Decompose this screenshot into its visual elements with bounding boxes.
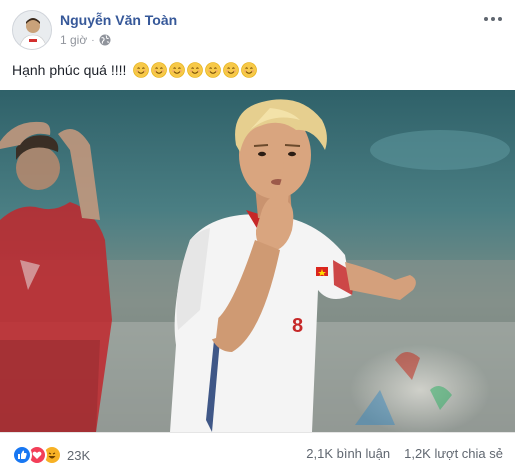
reaction-summary[interactable]: 23K: [12, 445, 90, 465]
facebook-post: Nguyễn Văn Toàn 1 giờ · Hạnh phúc quá !!…: [0, 0, 515, 473]
caption-text: Hạnh phúc quá !!!!: [12, 62, 127, 78]
post-time[interactable]: 1 giờ: [60, 33, 87, 47]
meta-separator: ·: [91, 34, 95, 46]
shares-count[interactable]: 1,2K lượt chia sẻ: [404, 446, 503, 461]
smile-emoji: [241, 62, 258, 78]
post-caption: Hạnh phúc quá !!!!: [12, 62, 258, 78]
smile-emoji: [187, 62, 204, 78]
comments-count[interactable]: 2,1K bình luận: [306, 446, 390, 461]
smile-emoji: [205, 62, 222, 78]
author-avatar[interactable]: [12, 10, 52, 50]
author-name[interactable]: Nguyễn Văn Toàn: [60, 12, 177, 28]
smile-emoji: [133, 62, 150, 78]
post-footer: 23K 2,1K bình luận 1,2K lượt chia sẻ: [0, 432, 515, 473]
smile-emoji: [151, 62, 168, 78]
like-icon: [12, 445, 32, 465]
smile-emoji: [169, 62, 186, 78]
post-photo[interactable]: 8: [0, 90, 515, 432]
post-meta: 1 giờ ·: [60, 33, 111, 47]
globe-icon[interactable]: [99, 34, 111, 46]
svg-text:8: 8: [292, 315, 303, 337]
more-options-icon[interactable]: [481, 12, 505, 26]
smile-emoji: [223, 62, 240, 78]
reaction-count: 23K: [67, 447, 91, 463]
caption-emoji-row: [133, 62, 258, 78]
engagement-stats: 2,1K bình luận 1,2K lượt chia sẻ: [306, 446, 503, 461]
